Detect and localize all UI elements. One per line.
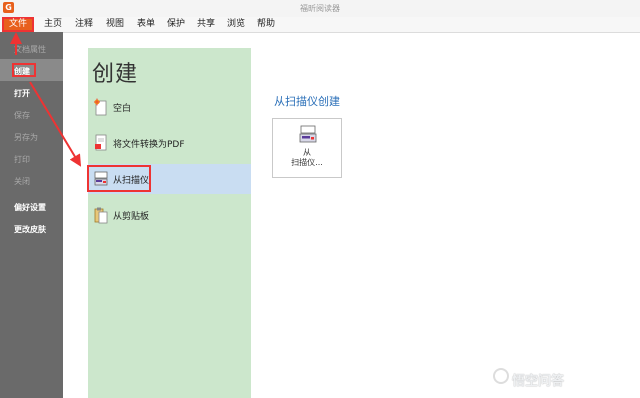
sidebar-item-save-as[interactable]: 另存为 <box>14 132 38 143</box>
sidebar-item-open[interactable]: 打开 <box>14 88 30 99</box>
watermark-logo-icon <box>493 368 509 384</box>
option-convert-label: 将文件转换为PDF <box>113 140 185 150</box>
option-convert-to-pdf[interactable]: 将文件转换为PDF <box>88 128 251 158</box>
menu-help[interactable]: 帮助 <box>255 17 277 32</box>
create-panel-title: 创建 <box>92 62 139 87</box>
menu-bar: 文件 主页 注释 视图 表单 保护 共享 浏览 帮助 <box>0 17 640 33</box>
title-bar: G 福昕阅读器 <box>0 0 640 18</box>
scan-button-label-line2: 扫描仪... <box>291 158 323 167</box>
option-blank[interactable]: 空白 <box>88 92 251 122</box>
window-title: 福昕阅读器 <box>300 4 340 13</box>
sidebar-item-document-properties[interactable]: 文档属性 <box>14 44 46 55</box>
menu-protect[interactable]: 保护 <box>165 17 187 32</box>
sidebar-item-change-skin[interactable]: 更改皮肤 <box>14 224 46 235</box>
scan-button[interactable]: 从 扫描仪... <box>272 118 342 178</box>
blank-document-icon <box>94 98 107 116</box>
file-sidebar: 文档属性 创建 打开 保存 另存为 打印 关闭 偏好设置 更改皮肤 <box>0 32 63 398</box>
create-highlight-box <box>12 63 36 77</box>
scanner-highlight-box <box>87 165 151 192</box>
scanner-section-heading: 从扫描仪创建 <box>274 95 340 108</box>
option-clipboard-label: 从剪贴板 <box>113 212 150 222</box>
menu-browse[interactable]: 浏览 <box>225 17 247 32</box>
sidebar-item-save[interactable]: 保存 <box>14 110 30 121</box>
menu-view[interactable]: 视图 <box>104 17 126 32</box>
watermark-text: 悟空问答 <box>512 374 565 389</box>
menu-share[interactable]: 共享 <box>195 17 217 32</box>
convert-file-icon <box>95 134 107 151</box>
sidebar-item-print[interactable]: 打印 <box>14 154 30 165</box>
create-panel: 创建 空白 将文件转换为PDF 从扫描仪 从剪贴板 <box>88 48 251 398</box>
menu-home[interactable]: 主页 <box>42 17 64 32</box>
sidebar-item-preferences[interactable]: 偏好设置 <box>14 202 46 213</box>
menu-file[interactable]: 文件 <box>2 17 34 32</box>
sidebar-item-close[interactable]: 关闭 <box>14 176 30 187</box>
option-from-clipboard[interactable]: 从剪贴板 <box>88 200 251 230</box>
scanner-icon <box>299 125 317 143</box>
menu-comment[interactable]: 注释 <box>73 17 95 32</box>
clipboard-icon <box>94 207 108 224</box>
option-blank-label: 空白 <box>113 104 132 114</box>
menu-form[interactable]: 表单 <box>135 17 157 32</box>
